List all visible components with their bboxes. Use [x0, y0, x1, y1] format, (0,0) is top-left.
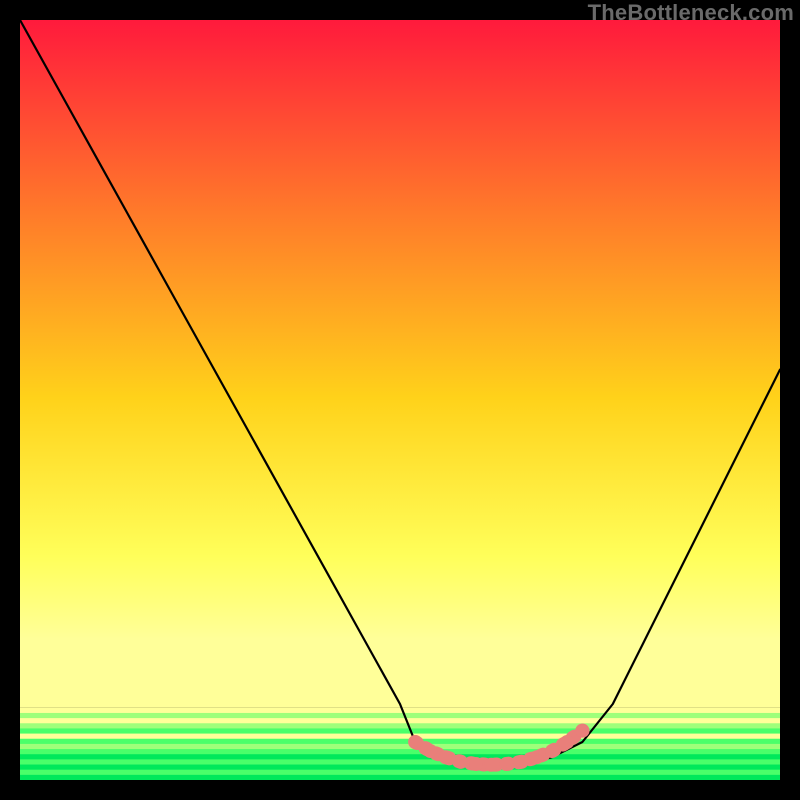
highlight-dot: [545, 744, 559, 758]
highlight-dot: [530, 750, 544, 764]
band-stripe: [20, 744, 780, 750]
band-stripe: [20, 708, 780, 714]
highlight-dot: [454, 755, 468, 769]
highlight-dot: [499, 757, 513, 771]
band-stripe: [20, 765, 780, 771]
highlight-dot: [560, 735, 574, 749]
band-stripe: [20, 718, 780, 724]
band-stripe: [20, 749, 780, 755]
band-stripe: [20, 728, 780, 734]
highlight-dot: [484, 758, 498, 772]
highlight-dot: [423, 744, 437, 758]
band-stripe: [20, 770, 780, 776]
band-stripe: [20, 723, 780, 729]
chart-svg: [20, 20, 780, 780]
band-stripe: [20, 734, 780, 740]
band-stripe: [20, 739, 780, 745]
highlight-dot: [408, 735, 422, 749]
highlight-dot: [439, 750, 453, 764]
highlight-dot: [515, 755, 529, 769]
highlight-dot: [469, 757, 483, 771]
band-stripe: [20, 754, 780, 760]
chart-frame: TheBottleneck.com: [0, 0, 800, 800]
gradient-background: [20, 20, 780, 708]
plot-area: [20, 20, 780, 780]
band-stripe: [20, 759, 780, 765]
band-stripe: [20, 713, 780, 719]
highlight-dot: [575, 724, 589, 738]
band-stripe: [20, 775, 780, 780]
